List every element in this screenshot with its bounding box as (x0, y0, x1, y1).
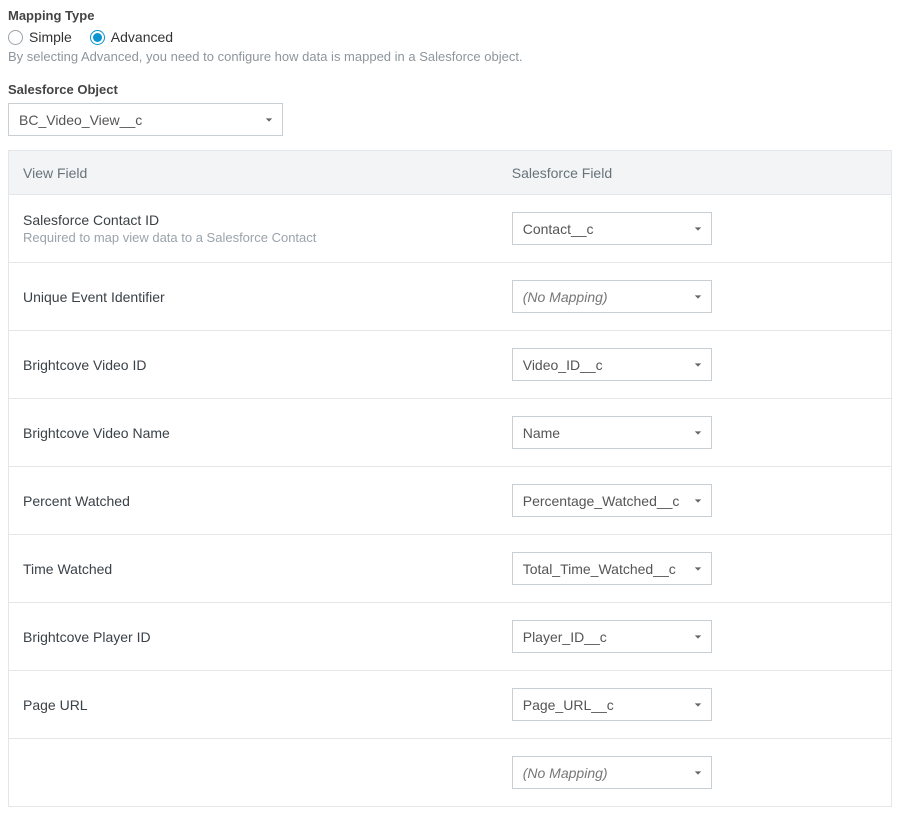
table-row: Brightcove Video ID Video_ID__c (9, 331, 891, 399)
table-row: Percent Watched Percentage_Watched__c (9, 467, 891, 535)
row-view-field: Brightcove Video Name (9, 425, 512, 441)
sf-field-select[interactable]: Contact__c (512, 212, 712, 245)
table-row: Brightcove Player ID Player_ID__c (9, 603, 891, 671)
th-sf-field: Salesforce Field (512, 165, 891, 181)
field-label: Page URL (23, 697, 498, 713)
table-row: (No Mapping) (9, 739, 891, 807)
radio-advanced-label: Advanced (111, 29, 173, 45)
sf-field-select[interactable]: (No Mapping) (512, 280, 712, 313)
row-view-field: Brightcove Video ID (9, 357, 512, 373)
row-sf-field: Name (512, 416, 891, 449)
th-view-field: View Field (9, 165, 512, 181)
sf-object-title: Salesforce Object (8, 82, 892, 97)
sf-field-value: Total_Time_Watched__c (512, 552, 712, 585)
row-sf-field: (No Mapping) (512, 280, 891, 313)
sf-object-value: BC_Video_View__c (8, 103, 283, 136)
sf-field-value: Player_ID__c (512, 620, 712, 653)
row-view-field: Percent Watched (9, 493, 512, 509)
sf-field-select[interactable]: Total_Time_Watched__c (512, 552, 712, 585)
row-view-field: Brightcove Player ID (9, 629, 512, 645)
sf-field-value: Page_URL__c (512, 688, 712, 721)
field-label: Salesforce Contact ID (23, 212, 498, 228)
field-label: Brightcove Video Name (23, 425, 498, 441)
field-label: Percent Watched (23, 493, 498, 509)
radio-checked-icon (90, 30, 105, 45)
table-header: View Field Salesforce Field (9, 151, 891, 195)
radio-advanced[interactable]: Advanced (90, 29, 173, 45)
sf-field-value: Name (512, 416, 712, 449)
row-sf-field: Contact__c (512, 212, 891, 245)
mapping-type-radio-group: Simple Advanced (8, 29, 892, 45)
table-row: Page URL Page_URL__c (9, 671, 891, 739)
row-view-field: Time Watched (9, 561, 512, 577)
field-sublabel: Required to map view data to a Salesforc… (23, 230, 498, 245)
row-view-field: Page URL (9, 697, 512, 713)
row-view-field: Unique Event Identifier (9, 289, 512, 305)
sf-field-value: (No Mapping) (512, 280, 712, 313)
row-sf-field: Total_Time_Watched__c (512, 552, 891, 585)
table-row: Brightcove Video Name Name (9, 399, 891, 467)
row-sf-field: Page_URL__c (512, 688, 891, 721)
sf-field-select[interactable]: Percentage_Watched__c (512, 484, 712, 517)
sf-field-select[interactable]: Video_ID__c (512, 348, 712, 381)
sf-field-value: Contact__c (512, 212, 712, 245)
sf-field-select[interactable]: Page_URL__c (512, 688, 712, 721)
sf-field-select[interactable]: Player_ID__c (512, 620, 712, 653)
field-label: Brightcove Player ID (23, 629, 498, 645)
sf-object-select[interactable]: BC_Video_View__c (8, 103, 283, 136)
sf-field-value: Video_ID__c (512, 348, 712, 381)
row-sf-field: Video_ID__c (512, 348, 891, 381)
field-label: Brightcove Video ID (23, 357, 498, 373)
mapping-type-title: Mapping Type (8, 8, 892, 23)
row-sf-field: Percentage_Watched__c (512, 484, 891, 517)
row-sf-field: Player_ID__c (512, 620, 891, 653)
mapping-type-help: By selecting Advanced, you need to confi… (8, 49, 892, 64)
field-label: Unique Event Identifier (23, 289, 498, 305)
radio-unchecked-icon (8, 30, 23, 45)
mapping-table: View Field Salesforce Field Salesforce C… (8, 150, 892, 807)
table-row: Salesforce Contact ID Required to map vie… (9, 195, 891, 263)
sf-field-value: Percentage_Watched__c (512, 484, 712, 517)
table-row: Time Watched Total_Time_Watched__c (9, 535, 891, 603)
row-view-field: Salesforce Contact ID Required to map vie… (9, 212, 512, 245)
table-row: Unique Event Identifier (No Mapping) (9, 263, 891, 331)
sf-field-select[interactable]: Name (512, 416, 712, 449)
radio-simple[interactable]: Simple (8, 29, 72, 45)
radio-simple-label: Simple (29, 29, 72, 45)
field-label: Time Watched (23, 561, 498, 577)
